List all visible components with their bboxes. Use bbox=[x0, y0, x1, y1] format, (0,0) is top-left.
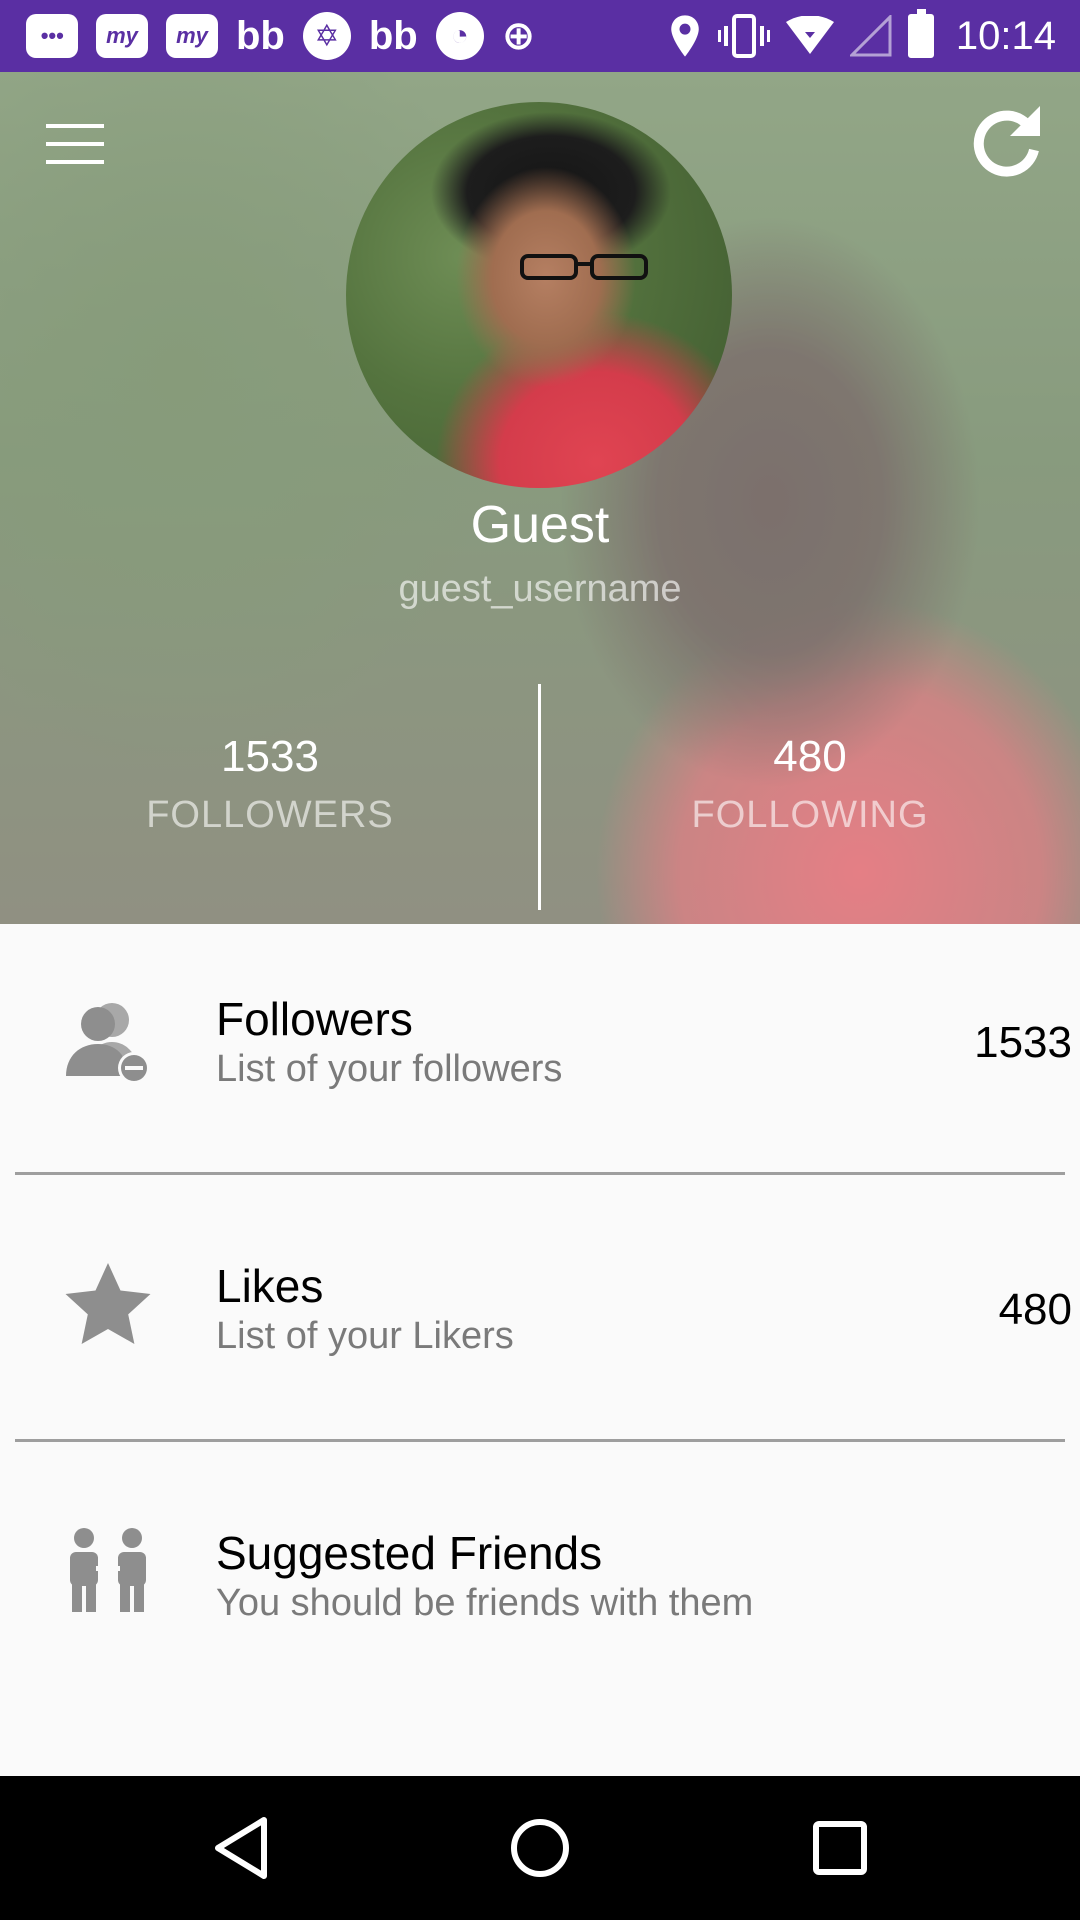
myntra-icon: my bbox=[166, 14, 218, 58]
profile-name: Guest bbox=[470, 496, 610, 554]
back-icon[interactable] bbox=[206, 1812, 278, 1884]
profile-username: guest_username bbox=[398, 568, 682, 610]
following-stat[interactable]: 480 FOLLOWING bbox=[540, 732, 1080, 837]
navigation-bar bbox=[0, 1776, 1080, 1920]
avatar-glasses bbox=[520, 254, 648, 280]
whatsapp-icon: ◔ bbox=[435, 12, 484, 60]
clock: 10:14 bbox=[955, 13, 1056, 58]
list-item-subtitle: You should be friends with them bbox=[216, 1582, 754, 1624]
recents-icon[interactable] bbox=[804, 1812, 876, 1884]
followers-count: 1533 bbox=[221, 732, 319, 781]
suggested-friends-icon bbox=[70, 1528, 146, 1612]
list-item-likes[interactable]: Likes List of your Likers 480 bbox=[0, 1191, 1080, 1457]
messages-icon: ••• bbox=[26, 14, 78, 58]
followers-stat[interactable]: 1533 FOLLOWERS bbox=[0, 732, 540, 837]
list-item-subtitle: List of your Likers bbox=[216, 1315, 514, 1357]
status-bar: ••• my my bb ✡ bb ◔ ⊕ 10:14 bbox=[0, 0, 1080, 72]
home-icon[interactable] bbox=[504, 1812, 576, 1884]
list-item-followers[interactable]: Followers List of your followers 1533 bbox=[0, 924, 1080, 1190]
list-item-count: 1533 bbox=[974, 1018, 1072, 1067]
following-count: 480 bbox=[773, 732, 847, 781]
refresh-icon[interactable] bbox=[968, 102, 1048, 182]
profile-header: Guest guest_username 1533 FOLLOWERS 480 … bbox=[0, 72, 1080, 924]
myntra-icon: my bbox=[96, 14, 148, 58]
battery-icon bbox=[907, 9, 934, 58]
list-item-title: Likes bbox=[216, 1260, 324, 1312]
wifi-icon bbox=[785, 16, 834, 54]
list-item-suggested-friends[interactable]: Suggested Friends You should be friends … bbox=[0, 1458, 1080, 1724]
location-icon bbox=[671, 15, 699, 57]
signal-icon bbox=[849, 15, 892, 57]
star-icon bbox=[65, 1263, 151, 1344]
data-saver-icon: ⊕ bbox=[501, 14, 536, 58]
menu-icon[interactable] bbox=[46, 124, 104, 164]
star-app-icon: ✡ bbox=[302, 12, 351, 60]
list-item-subtitle: List of your followers bbox=[216, 1048, 563, 1090]
status-bar-notifications: ••• my my bb ✡ bb ◔ ⊕ bbox=[26, 0, 535, 72]
vibrate-icon bbox=[717, 14, 770, 58]
list-item-title: Followers bbox=[216, 993, 413, 1045]
status-bar-system: 10:14 bbox=[668, 0, 1056, 72]
list-item-title: Suggested Friends bbox=[216, 1527, 603, 1579]
remove-users-icon bbox=[66, 1003, 150, 1084]
list-item-count: 480 bbox=[998, 1285, 1072, 1334]
following-label: FOLLOWING bbox=[691, 794, 929, 836]
avatar[interactable] bbox=[346, 102, 732, 488]
list-divider bbox=[15, 1172, 1065, 1175]
bb-icon: bb bbox=[236, 14, 285, 58]
followers-label: FOLLOWERS bbox=[146, 794, 394, 836]
bb-icon: bb bbox=[368, 14, 418, 58]
list-divider bbox=[15, 1439, 1065, 1442]
